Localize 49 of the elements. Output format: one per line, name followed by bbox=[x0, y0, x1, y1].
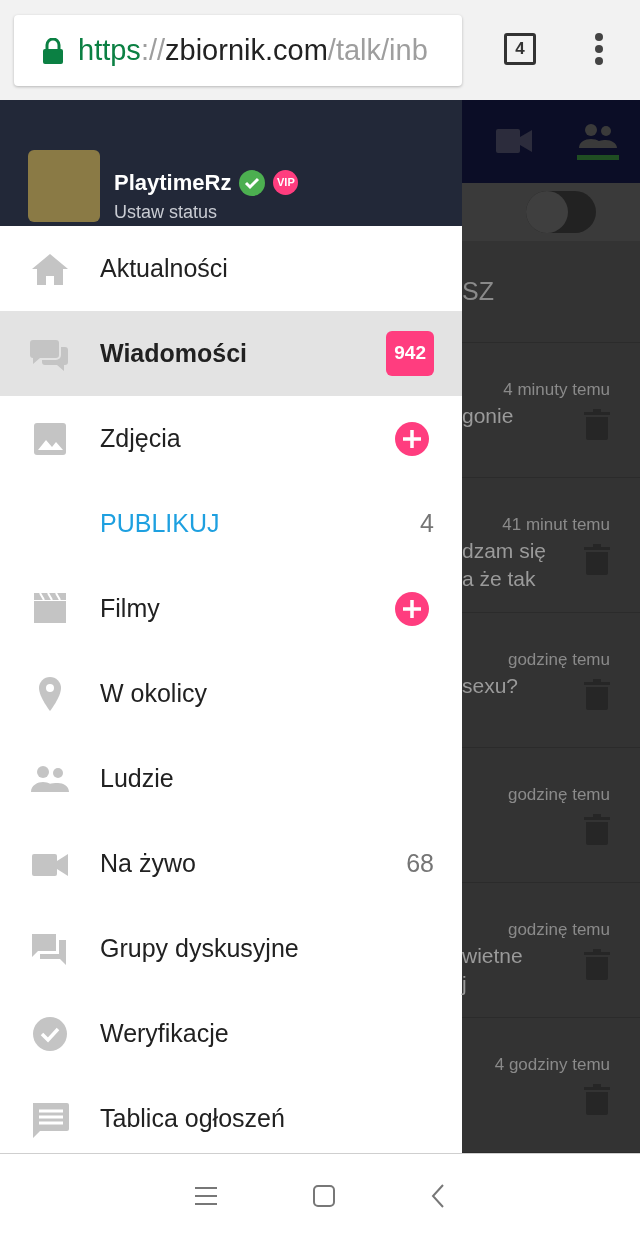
add-icon[interactable] bbox=[394, 590, 430, 627]
message-time: godzinę temu bbox=[506, 918, 610, 941]
url-field[interactable]: https://zbiornik.com/talk/inb bbox=[14, 15, 462, 86]
status-link[interactable]: Ustaw status bbox=[114, 199, 299, 226]
item-count: 68 bbox=[406, 847, 434, 879]
tab-count-button[interactable]: 4 bbox=[504, 33, 536, 65]
message-text: dzam się bbox=[462, 538, 547, 565]
menu-item[interactable]: PUBLIKUJ 4 bbox=[0, 481, 462, 566]
home-square-icon[interactable] bbox=[313, 1185, 335, 1207]
menu-item[interactable]: W okolicy bbox=[0, 651, 462, 736]
menu-item[interactable]: Wiadomości 942 bbox=[0, 311, 462, 396]
unread-count-badge: 942 bbox=[386, 331, 434, 376]
message-text: gonie bbox=[462, 403, 514, 430]
menu-item[interactable]: Tablica ogłoszeń bbox=[0, 1076, 462, 1153]
message-time: 4 minuty temu bbox=[502, 378, 610, 401]
message-text: j bbox=[462, 970, 468, 997]
menu-item[interactable]: Filmy bbox=[0, 566, 462, 651]
user-name: PlaytimeRz bbox=[114, 169, 232, 197]
message-text: a że tak bbox=[462, 565, 537, 592]
url-text: https://zbiornik.com/talk/inb bbox=[78, 32, 428, 68]
menu-icon[interactable] bbox=[594, 32, 604, 66]
message-text: wietne bbox=[462, 943, 523, 970]
menu-item[interactable]: Na żywo 68 bbox=[0, 821, 462, 906]
message-row[interactable]: godzinę temu bbox=[462, 747, 640, 883]
menu-item[interactable]: Weryfikacje bbox=[0, 991, 462, 1076]
message-time: 41 minut temu bbox=[501, 513, 610, 536]
lock-icon bbox=[42, 37, 64, 64]
item-count: 4 bbox=[420, 507, 434, 539]
menu-item[interactable]: Zdjęcia bbox=[0, 396, 462, 481]
toggle-switch[interactable] bbox=[526, 190, 596, 233]
message-time: godzinę temu bbox=[506, 783, 610, 806]
message-row[interactable]: 4 minuty temu gonie bbox=[462, 342, 640, 478]
message-row[interactable]: godzinę temu wietne j bbox=[462, 882, 640, 1018]
back-icon[interactable] bbox=[431, 1184, 445, 1208]
video-camera-icon[interactable] bbox=[496, 129, 532, 154]
people-icon[interactable] bbox=[577, 121, 619, 162]
add-icon[interactable] bbox=[394, 420, 430, 457]
menu-item[interactable]: Ludzie bbox=[0, 736, 462, 821]
menu-item[interactable]: Grupy dyskusyjne bbox=[0, 906, 462, 991]
menu-item[interactable]: Aktualności bbox=[0, 226, 462, 311]
section-heading: SZ bbox=[462, 275, 494, 307]
vip-badge: VIP bbox=[273, 170, 299, 195]
message-row[interactable]: godzinę temu sexu? bbox=[462, 612, 640, 748]
avatar-photo-placeholder[interactable] bbox=[28, 150, 100, 222]
message-time: godzinę temu bbox=[506, 648, 610, 671]
menu-icon[interactable] bbox=[195, 1187, 217, 1205]
message-time: 4 godziny temu bbox=[493, 1053, 610, 1076]
message-text: sexu? bbox=[462, 673, 519, 700]
message-row[interactable]: 41 minut temu dzam się a że tak bbox=[462, 477, 640, 613]
